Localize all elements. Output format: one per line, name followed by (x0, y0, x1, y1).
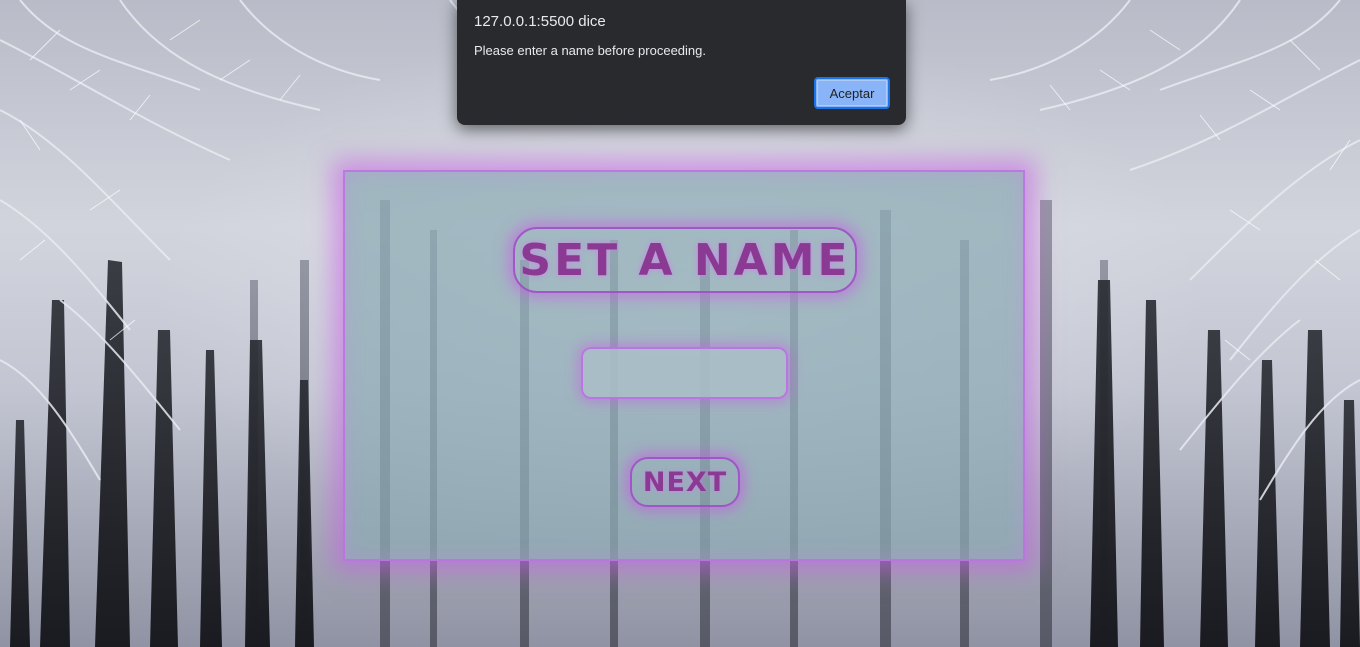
name-card: SET A NAME NEXT (343, 170, 1025, 561)
next-button-label: NEXT (642, 466, 728, 498)
alert-origin: 127.0.0.1:5500 dice (474, 13, 606, 30)
alert-ok-button[interactable]: Aceptar (814, 77, 890, 109)
page-title: SET A NAME (519, 234, 851, 286)
name-input[interactable] (581, 347, 788, 399)
alert-message: Please enter a name before proceeding. (474, 43, 706, 58)
alert-dialog: 127.0.0.1:5500 dice Please enter a name … (457, 0, 906, 125)
next-button[interactable]: NEXT (630, 457, 740, 507)
page: SET A NAME NEXT 127.0.0.1:5500 dice Plea… (0, 0, 1360, 647)
title-box: SET A NAME (513, 227, 857, 293)
